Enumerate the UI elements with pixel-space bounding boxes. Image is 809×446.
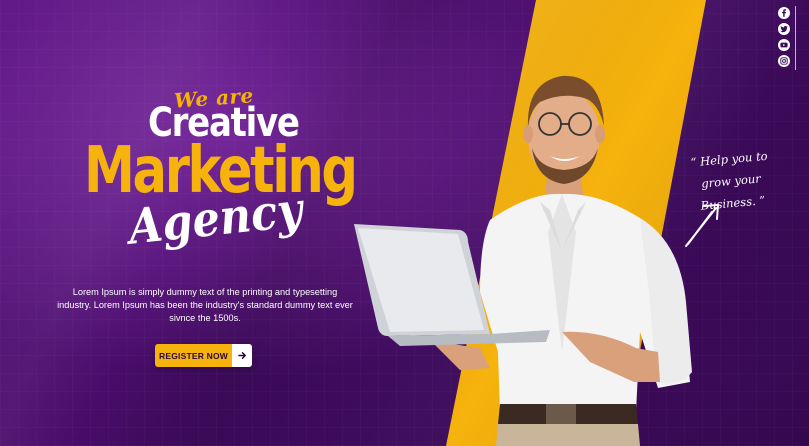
headline: We are Creative Marketing Agency (80, 82, 358, 282)
arrow-right-icon (232, 344, 252, 367)
youtube-icon[interactable] (778, 39, 790, 51)
facebook-icon[interactable] (778, 7, 790, 19)
register-now-label: REGISTER NOW (155, 344, 232, 367)
marketing-banner: We are Creative Marketing Agency Lorem I… (0, 0, 809, 446)
social-icons (778, 7, 792, 67)
description-text: Lorem Ipsum is simply dummy text of the … (57, 287, 353, 323)
social-divider-line (795, 6, 796, 70)
register-now-button[interactable]: REGISTER NOW (155, 344, 252, 367)
scribble-arrow-icon (685, 204, 719, 247)
twitter-icon[interactable] (778, 23, 790, 35)
instagram-icon[interactable] (778, 55, 790, 67)
businessman-with-laptop-image (354, 75, 692, 446)
